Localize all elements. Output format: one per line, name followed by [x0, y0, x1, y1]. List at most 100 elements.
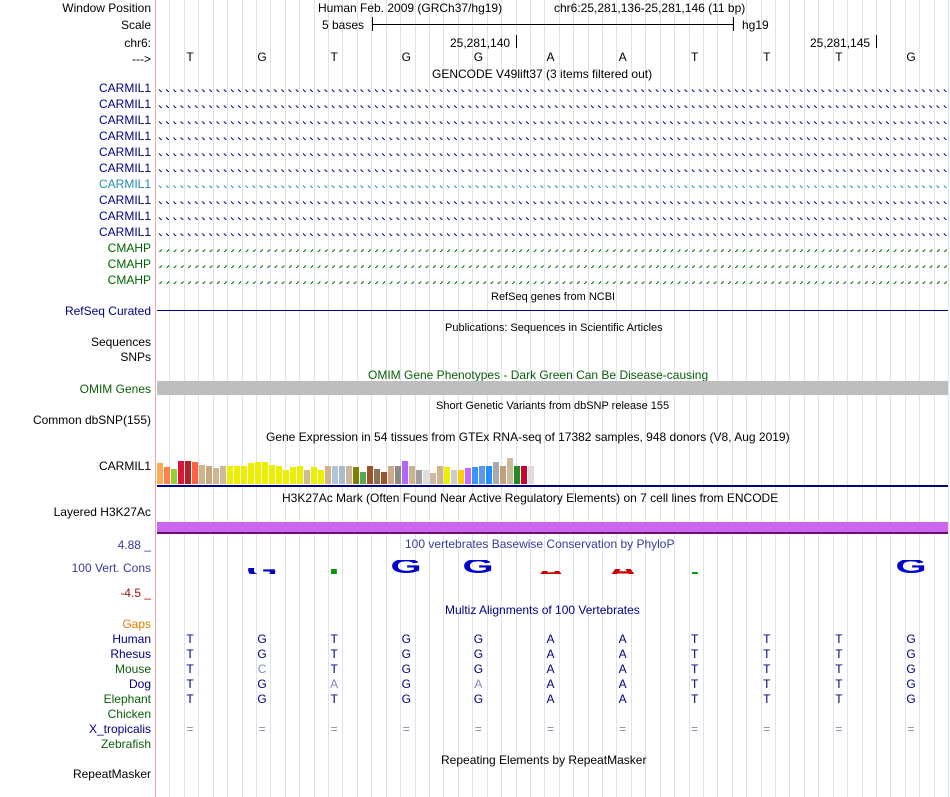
position-readout[interactable]: chr6:25,281,136-25,281,146 (11 bp)	[554, 1, 745, 15]
gencode-track-line[interactable]	[157, 149, 948, 156]
refseq-label[interactable]: RefSeq Curated	[65, 304, 151, 318]
omim-title[interactable]: OMIM Gene Phenotypes - Dark Green Can Be…	[368, 368, 708, 382]
gencode-track-label[interactable]: CARMIL1	[99, 129, 151, 143]
gtex-tissue-bar[interactable]	[507, 458, 513, 484]
gtex-tissue-bar[interactable]	[269, 465, 275, 484]
gaps-label[interactable]: Gaps	[122, 617, 151, 631]
h3k27ac-signal[interactable]	[157, 522, 948, 532]
gtex-tissue-bar[interactable]	[381, 472, 387, 484]
gtex-tissue-bar[interactable]	[437, 466, 443, 484]
cons-base-glyph[interactable]: T	[651, 572, 739, 574]
gencode-track-line[interactable]	[157, 101, 948, 108]
gtex-tissue-bar[interactable]	[164, 467, 170, 484]
gtex-tissue-bar[interactable]	[311, 467, 317, 484]
gencode-track-label[interactable]: CARMIL1	[99, 113, 151, 127]
gtex-tissue-bar[interactable]	[514, 466, 520, 484]
gtex-tissue-bar[interactable]	[346, 466, 352, 484]
gtex-tissue-bar[interactable]	[227, 466, 233, 484]
snps-label[interactable]: SNPs	[120, 350, 151, 364]
multiz-species-label[interactable]: X_tropicalis	[89, 722, 151, 736]
gencode-track-line[interactable]	[157, 85, 948, 92]
gtex-tissue-bar[interactable]	[304, 470, 310, 484]
gtex-tissue-bar[interactable]	[360, 472, 366, 484]
cons-title[interactable]: 100 vertebrates Basewise Conservation by…	[405, 537, 674, 551]
gtex-tissue-bar[interactable]	[479, 466, 485, 484]
gtex-tissue-bar[interactable]	[521, 466, 527, 484]
gtex-tissue-bar[interactable]	[472, 467, 478, 484]
gencode-track-line[interactable]	[157, 213, 948, 220]
multiz-species-label[interactable]: Mouse	[115, 662, 151, 676]
gencode-track-label[interactable]: CARMIL1	[99, 81, 151, 95]
gtex-tissue-bar[interactable]	[178, 461, 184, 484]
gtex-tissue-bar[interactable]	[451, 470, 457, 484]
gtex-tissue-bar[interactable]	[206, 466, 212, 484]
gtex-tissue-bar[interactable]	[262, 462, 268, 484]
gencode-track-label[interactable]: CARMIL1	[99, 161, 151, 175]
gtex-tissue-bar[interactable]	[241, 466, 247, 484]
gtex-tissue-bar[interactable]	[318, 470, 324, 484]
sequences-label[interactable]: Sequences	[91, 335, 151, 349]
omim-label[interactable]: OMIM Genes	[80, 382, 151, 396]
multiz-species-label[interactable]: Elephant	[104, 692, 151, 706]
multiz-species-label[interactable]: Rhesus	[110, 647, 151, 661]
refseq-gene-line[interactable]	[157, 310, 948, 311]
gtex-tissue-bar[interactable]	[339, 466, 345, 484]
dbsnp-label[interactable]: Common dbSNP(155)	[33, 413, 151, 427]
gencode-track-line[interactable]	[157, 245, 948, 252]
gencode-track-line[interactable]	[157, 181, 948, 188]
multiz-species-label[interactable]: Human	[112, 632, 151, 646]
gtex-tissue-bar[interactable]	[192, 462, 198, 484]
gencode-track-line[interactable]	[157, 117, 948, 124]
gtex-tissue-bar[interactable]	[430, 473, 436, 484]
h3k27ac-label[interactable]: Layered H3K27Ac	[54, 505, 151, 519]
gencode-track-line[interactable]	[157, 229, 948, 236]
gtex-tissue-bar[interactable]	[157, 463, 163, 484]
repeatmasker-title[interactable]: Repeating Elements by RepeatMasker	[441, 753, 646, 767]
gtex-tissue-bar[interactable]	[402, 461, 408, 484]
gtex-tissue-bar[interactable]	[423, 470, 429, 484]
gtex-tissue-bar[interactable]	[493, 462, 499, 484]
gtex-tissue-bar[interactable]	[220, 466, 226, 484]
gtex-title[interactable]: Gene Expression in 54 tissues from GTEx …	[266, 430, 790, 444]
gtex-tissue-bar[interactable]	[528, 466, 534, 484]
gencode-track-label[interactable]: CMAHP	[108, 241, 151, 255]
gtex-tissue-bar[interactable]	[276, 466, 282, 484]
gtex-tissue-bar[interactable]	[255, 462, 261, 484]
cons-label[interactable]: 100 Vert. Cons	[72, 561, 151, 575]
h3k27ac-title[interactable]: H3K27Ac Mark (Often Found Near Active Re…	[282, 491, 778, 505]
multiz-species-label[interactable]: Zebrafish	[101, 737, 151, 751]
gtex-label[interactable]: CARMIL1	[99, 459, 151, 473]
gtex-bar-chart[interactable]	[157, 444, 537, 484]
gtex-tissue-bar[interactable]	[465, 468, 471, 484]
gencode-track-label[interactable]: CARMIL1	[99, 225, 151, 239]
gtex-tissue-bar[interactable]	[353, 467, 359, 484]
gencode-track-label[interactable]: CMAHP	[108, 273, 151, 287]
gtex-tissue-bar[interactable]	[283, 470, 289, 484]
gtex-tissue-bar[interactable]	[213, 468, 219, 484]
gtex-tissue-bar[interactable]	[325, 466, 331, 484]
repeatmasker-label[interactable]: RepeatMasker	[73, 767, 151, 781]
gtex-tissue-bar[interactable]	[185, 461, 191, 484]
gtex-tissue-bar[interactable]	[234, 466, 240, 484]
cons-base-glyph[interactable]: G	[867, 560, 950, 574]
gencode-track-label[interactable]: CARMIL1	[99, 97, 151, 111]
gtex-tissue-bar[interactable]	[367, 466, 373, 484]
gtex-tissue-bar[interactable]	[500, 466, 506, 484]
gtex-tissue-bar[interactable]	[395, 466, 401, 484]
assembly-name[interactable]: Human Feb. 2009 (GRCh37/hg19)	[318, 1, 502, 15]
gencode-track-label[interactable]: CARMIL1	[99, 209, 151, 223]
gtex-tissue-bar[interactable]	[290, 467, 296, 484]
gtex-tissue-bar[interactable]	[486, 466, 492, 484]
gencode-track-label[interactable]: CARMIL1	[99, 193, 151, 207]
gencode-track-line[interactable]	[157, 261, 948, 268]
gtex-tissue-bar[interactable]	[458, 470, 464, 484]
gencode-track-label[interactable]: CMAHP	[108, 257, 151, 271]
gencode-track-line[interactable]	[157, 165, 948, 172]
dbsnp-title[interactable]: Short Genetic Variants from dbSNP releas…	[436, 399, 669, 413]
publications-title[interactable]: Publications: Sequences in Scientific Ar…	[445, 321, 663, 335]
gencode-track-line[interactable]	[157, 277, 948, 284]
gtex-tissue-bar[interactable]	[248, 463, 254, 484]
gtex-tissue-bar[interactable]	[444, 467, 450, 484]
gtex-tissue-bar[interactable]	[416, 470, 422, 484]
gencode-track-line[interactable]	[157, 133, 948, 140]
